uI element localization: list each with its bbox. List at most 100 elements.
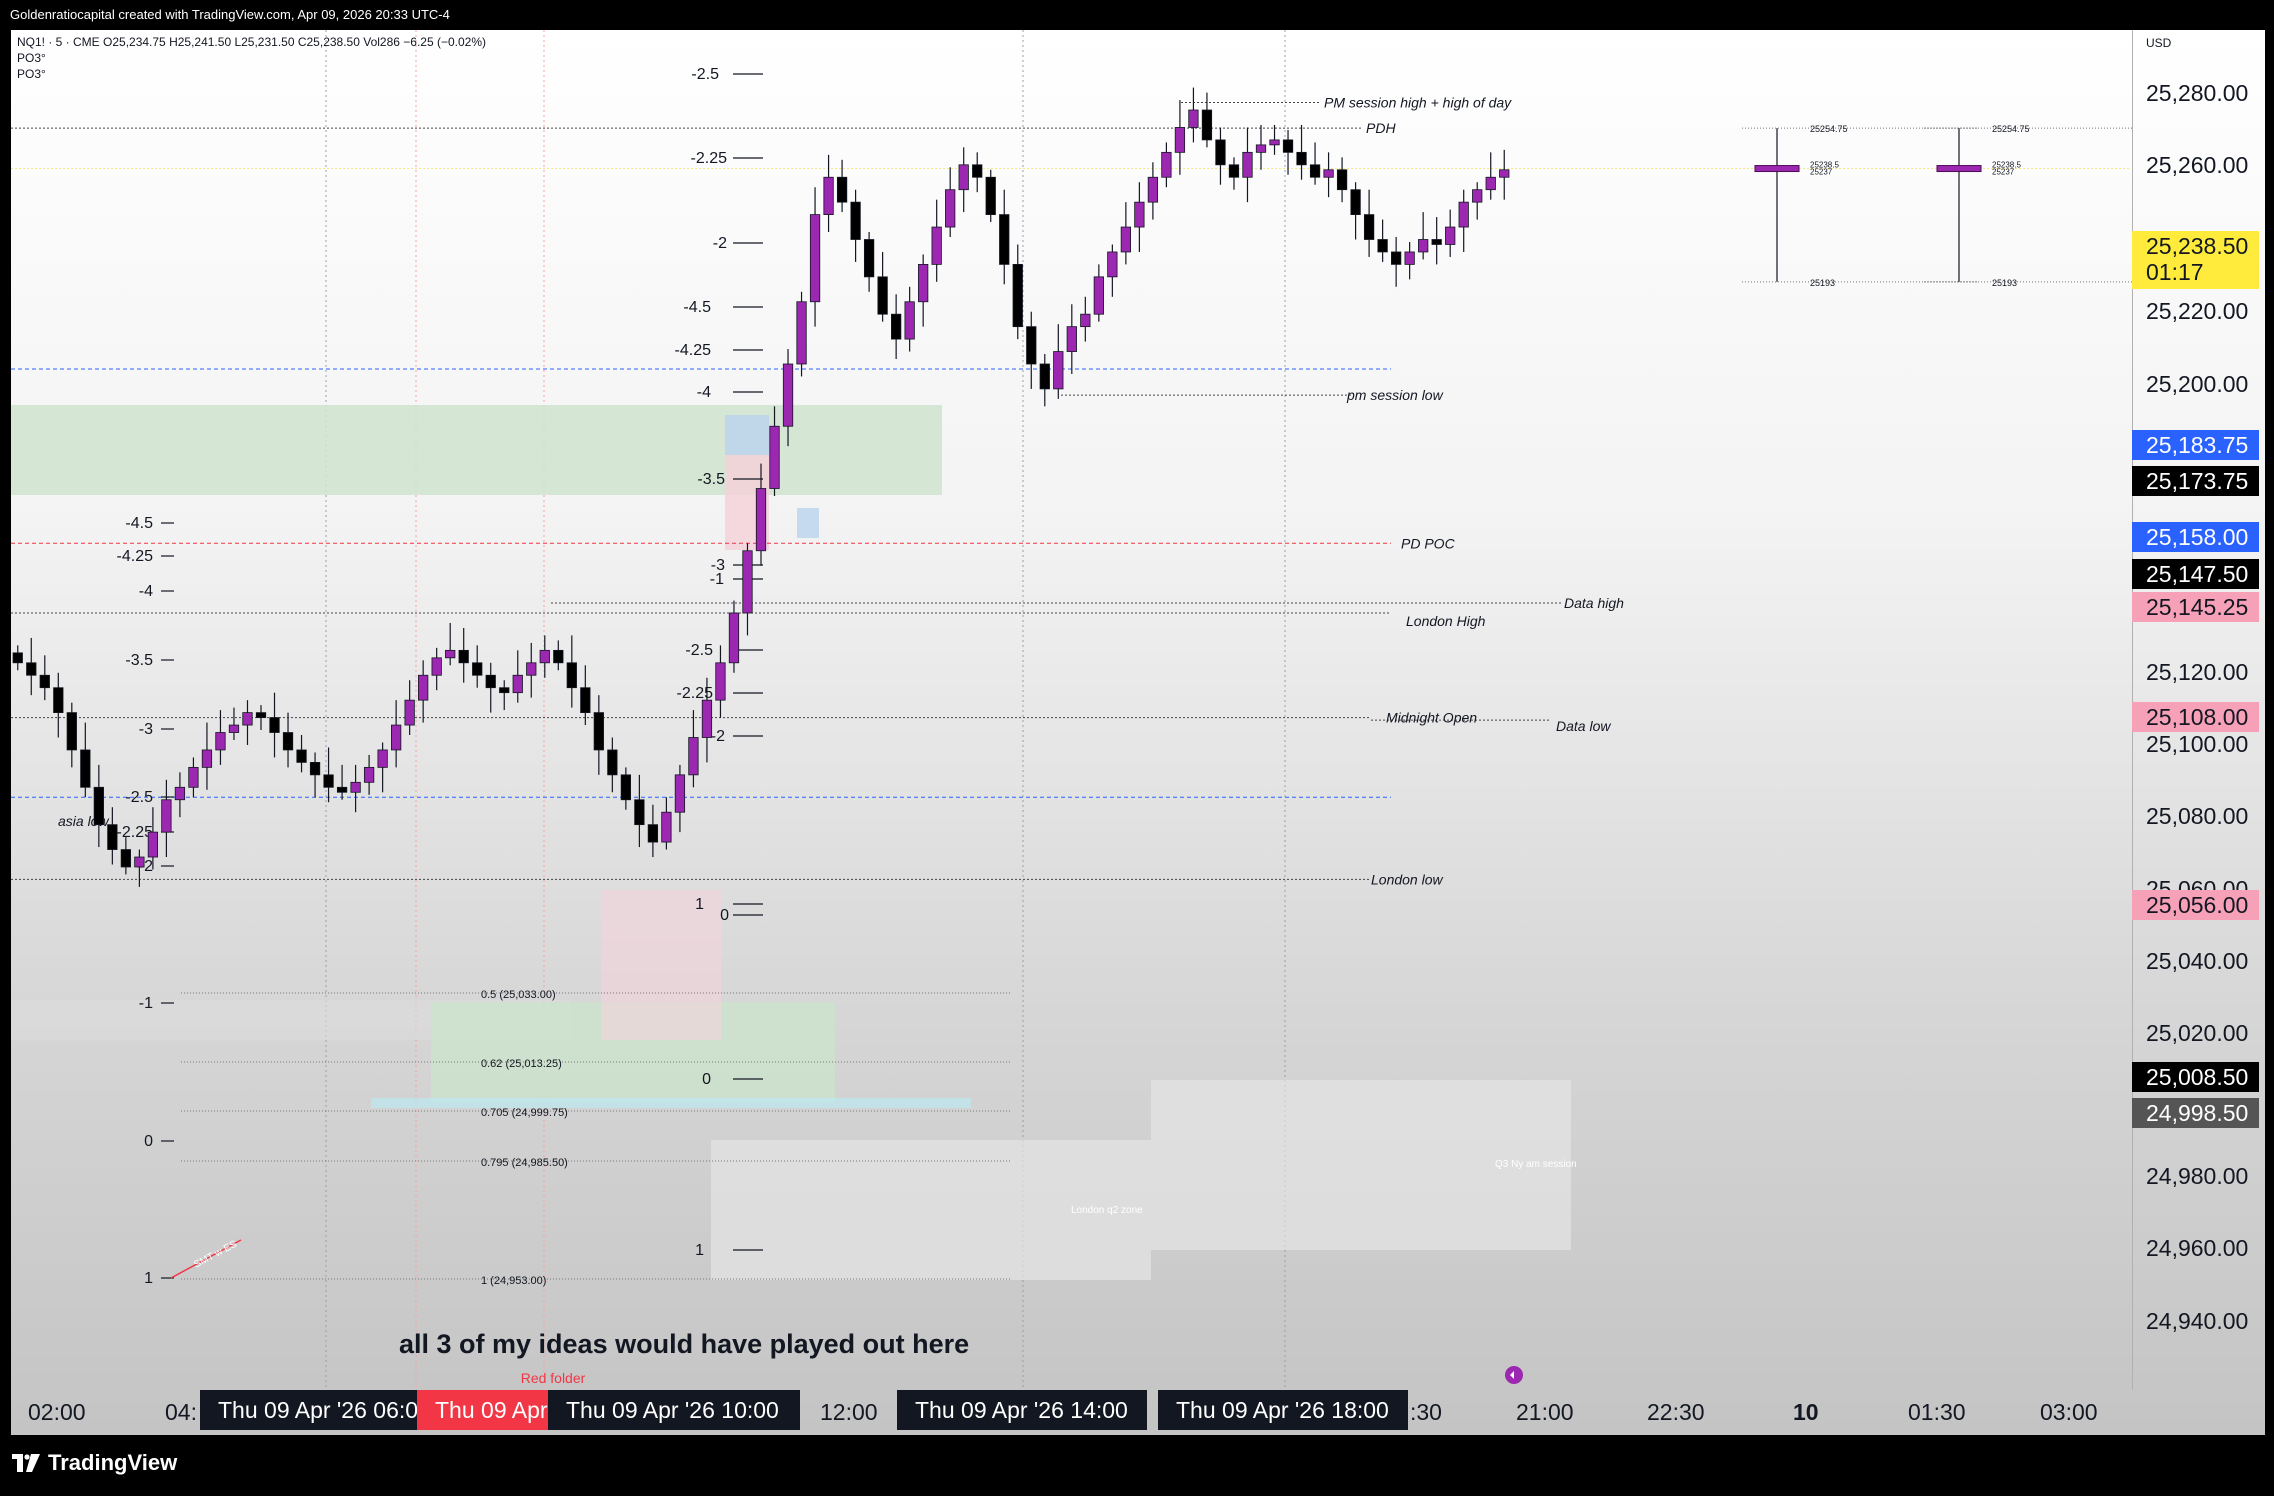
fib-left-label-8: -1 [139,995,153,1012]
candle-body-47 [647,824,659,843]
candle-body-102 [1391,251,1402,265]
replay-icon [1505,1366,1523,1384]
candle-body-33 [458,649,469,664]
price-chart[interactable]: London q2 zone Q3 Ny am session PM session… [11,30,2132,1390]
candle-body-103 [1404,251,1415,265]
candle-body-5 [80,749,91,788]
fib-left-label-2: -4 [139,583,153,600]
fib-retrace-label-4: 1 (24,953.00) [481,1275,546,1287]
price-tick: 25,220.00 [2146,298,2249,324]
candle-body-1 [26,662,37,676]
candle-body-66 [904,301,915,340]
price-level-label[interactable]: 25,147.50 [2132,559,2259,589]
candle-body-6 [93,786,104,826]
currency-label[interactable]: USD [2146,36,2171,50]
zone-teal [371,1098,971,1108]
candle-body-34 [472,662,483,676]
label-data-high: Data high [1564,595,1624,611]
fib-left-label-6: -2.25 [117,824,154,841]
price-label-value: 25,147.50 [2146,561,2249,587]
candle-body-17 [242,712,253,726]
candle-body-50 [688,737,699,776]
candle-body-8 [120,849,131,868]
price-label-value: 25,238.50 [2146,233,2249,259]
indicator-po3-1[interactable]: PO3° [17,50,486,66]
candle-body-79 [1080,313,1091,328]
candle-body-7 [107,824,118,850]
symbol-legend[interactable]: NQ1! · 5 · CME O25,234.75 H25,241.50 L25… [17,34,486,82]
price-level-label[interactable]: 25,056.00 [2132,890,2259,920]
price-level-label[interactable]: 25,183.75 [2132,430,2259,460]
time-tick: 01:30 [1908,1399,1966,1425]
label-london-high: London High [1406,613,1486,629]
price-label-value: 24,998.50 [2146,1100,2249,1126]
fib-left-label-0: -4.5 [125,515,153,532]
candle-body-2 [39,674,50,689]
zone-blue-small-2 [797,508,819,538]
time-tick: 21:00 [1516,1399,1574,1425]
candle-body-59 [809,214,821,303]
zone-label-london-q2: London q2 zone [1071,1205,1143,1216]
candle-body-85 [1161,151,1172,178]
candle-body-80 [1093,276,1104,315]
candle-body-83 [1134,201,1145,228]
time-tick: :30 [1410,1399,1442,1425]
candle-body-13 [188,766,199,788]
candle-body-81 [1107,251,1118,278]
candle-body-18 [255,712,267,718]
fib-retrace-label-3: 0.795 (24,985.50) [481,1157,568,1169]
price-level-label[interactable]: 25,145.25 [2132,592,2259,622]
tradingview-logo: TradingView [12,1450,177,1476]
candle-body-100 [1363,214,1375,240]
candle-body-74 [1012,263,1023,328]
candle-body-52 [715,662,726,701]
chart-author-header: Goldenratiocapital created with TradingV… [0,0,2274,30]
measure-box-1-val-top: 25254.75 [1810,124,1848,134]
price-level-label[interactable]: 25,108.00 [2132,702,2259,732]
candle-body-75 [1026,326,1037,365]
price-level-label[interactable]: 25,008.50 [2132,1062,2259,1092]
candle-body-96 [1309,164,1321,178]
zone-blue-small [725,415,769,455]
tradingview-logo-icon [12,1454,40,1472]
symbol-ohlc-line[interactable]: NQ1! · 5 · CME O25,234.75 H25,241.50 L25… [17,34,486,50]
price-label-value: 25,056.00 [2146,892,2249,918]
price-label-value: 25,008.50 [2146,1064,2249,1090]
price-level-label[interactable]: 24,998.50 [2132,1098,2259,1128]
candle-body-63 [863,239,875,278]
last-price-label[interactable]: 25,238.50 01:17 [2132,231,2259,289]
candle-body-62 [850,201,861,240]
measure-box-2-val-top: 25254.75 [1992,124,2030,134]
candle-body-51 [701,699,713,738]
candle-body-49 [674,774,686,813]
candle-body-58 [796,301,807,365]
candle-body-4 [66,712,77,751]
crosshair-time-label: Thu 09 Apr '26 18:00 [1158,1390,1408,1430]
candle-body-61 [836,176,848,203]
candle-body-23 [323,774,334,788]
crosshair-time-label: Thu 09 Apr '26 06:0 [200,1390,420,1430]
candle-body-15 [215,732,226,751]
candle-body-97 [1323,169,1334,178]
candle-body-76 [1039,363,1050,390]
candle-body-0 [12,652,23,664]
indicator-po3-2[interactable]: PO3° [17,66,486,82]
candle-body-48 [661,811,672,843]
price-level-label[interactable]: 25,158.00 [2132,522,2259,552]
label-midnight-open: Midnight Open [1386,710,1477,726]
candle-body-19 [269,717,280,733]
price-level-label[interactable]: 25,173.75 [2132,466,2259,496]
crosshair-time-label: Thu 09 Apr '26 10:00 [548,1390,800,1430]
candle-body-3 [53,687,64,714]
candle-body-22 [309,762,321,776]
candle-body-64 [877,276,888,315]
fib-mid-label-12: 1 [695,896,704,913]
fib-mid-label-6: -3.5 [697,471,725,488]
price-tick: 25,200.00 [2146,371,2249,397]
candle-body-110 [1499,169,1510,178]
price-tick: 25,040.00 [2146,948,2249,974]
candle-body-99 [1350,189,1361,215]
candle-body-21 [296,749,307,763]
time-tick: 22:30 [1647,1399,1705,1425]
candle-body-36 [499,687,510,694]
